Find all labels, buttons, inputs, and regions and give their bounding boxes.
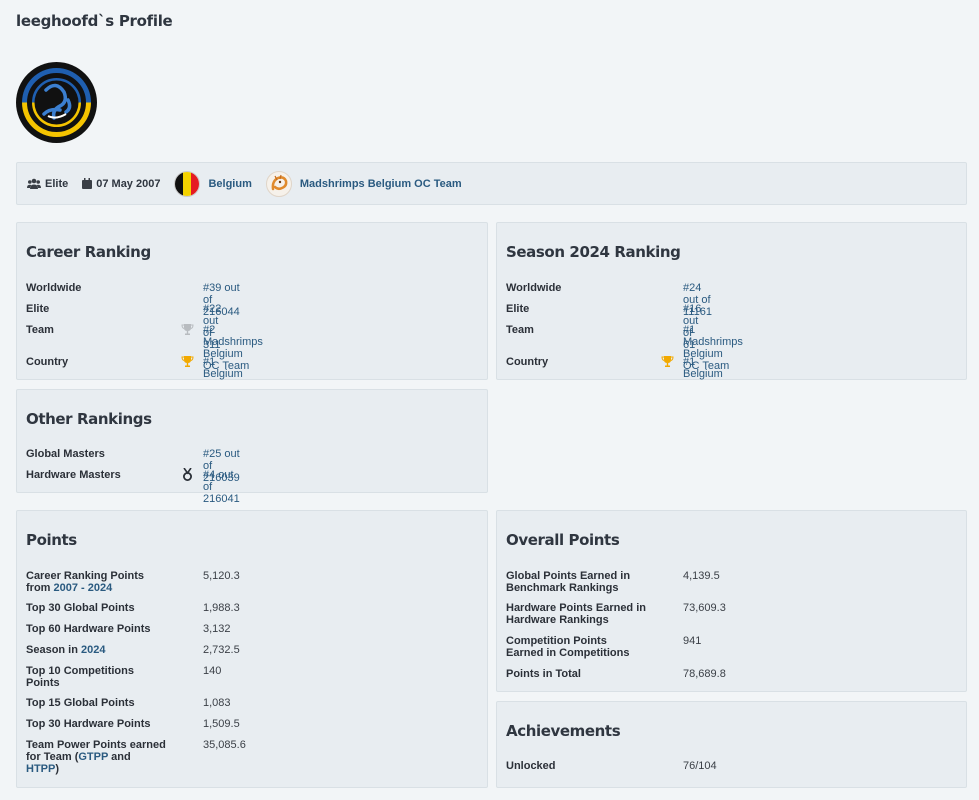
team-link[interactable]: Madshrimps Belgium OC Team [300,178,462,190]
achievements-card: Achievements Unlocked 76/104 [496,701,967,788]
season-year-link[interactable]: 2024 [81,644,105,656]
season-country-link[interactable]: #1 Belgium [683,356,723,380]
gtpp-link[interactable]: GTPP [78,751,108,763]
silver-trophy-icon [181,323,194,339]
row-label: Worldwide [26,282,82,294]
season-ranking-title: Season 2024 Ranking [506,243,681,261]
row-label: Global Points Earned in Benchmark Ranking… [506,570,631,594]
row-value: 35,085.6 [203,739,246,751]
team-rank-line1: #2 Madshrimps Belgium [203,324,263,360]
hardware-masters-link[interactable]: #4 out of 216041 [203,469,240,505]
row-value: 1,083 [203,697,231,709]
row-label: Hardware Masters [26,469,121,481]
season-ranking-card: Season 2024 Ranking Worldwide #24 out of… [496,222,967,380]
row-label: Global Masters [26,448,105,460]
row-label: Hardware Points Earned in Hardware Rankin… [506,602,646,626]
profile-info-bar: Elite 07 May 2007 Belgium Madshrimps Bel… [16,162,967,205]
gold-trophy-icon [181,355,194,371]
row-label: Season in 2024 [26,644,106,656]
users-icon [27,178,41,189]
row-value: 1,509.5 [203,718,240,730]
team-logo-icon [265,170,292,197]
year-range-link[interactable]: 2007 - 2024 [54,582,113,594]
row-value: 2,732.5 [203,644,240,656]
country-link[interactable]: Belgium [208,178,251,190]
other-rankings-card: Other Rankings Global Masters #25 out of… [16,389,488,505]
team-info[interactable]: Madshrimps Belgium OC Team [265,170,462,197]
row-label: Top 15 Global Points [26,697,135,709]
career-country-link[interactable]: #1 Belgium [203,356,243,380]
row-value: 5,120.3 [203,570,240,582]
joined-date: 07 May 2007 [96,177,161,190]
row-value: 76/104 [683,760,717,772]
row-value: 78,689.8 [683,668,726,680]
row-label: Top 30 Hardware Points [26,718,151,730]
rank-info: Elite [27,178,68,190]
row-label: Elite [26,303,50,315]
row-value: 1,988.3 [203,602,240,614]
career-ranking-card: Career Ranking Worldwide #39 out of 2160… [16,222,488,380]
page-title: leeghoofd`s Profile [16,12,173,30]
joined-info: 07 May 2007 [82,178,160,190]
htpp-link[interactable]: HTPP [26,763,55,775]
row-value: 4,139.5 [683,570,720,582]
row-label: Worldwide [506,282,562,294]
row-value: 3,132 [203,623,231,635]
row-label: Team Power Points earned for Team (GTPP a… [26,739,166,775]
row-label: Country [26,356,69,368]
points-title: Points [26,531,77,549]
row-label: Career Ranking Points from 2007 - 2024 [26,570,144,594]
points-card: Points Career Ranking Points from 2007 - … [16,510,488,788]
gold-trophy-icon [661,355,674,371]
other-rankings-title: Other Rankings [26,410,152,428]
row-label: Unlocked [506,760,556,772]
row-label: Team [506,324,534,336]
career-ranking-title: Career Ranking [26,243,151,261]
team-rank-line1: #1 Madshrimps Belgium [683,324,743,360]
overall-points-title: Overall Points [506,531,620,549]
overall-points-card: Overall Points Global Points Earned in Be… [496,510,967,692]
belgium-flag-icon [174,170,201,197]
avatar [16,62,97,143]
row-value: 73,609.3 [683,602,726,614]
row-label: Points in Total [506,668,581,680]
row-value: 140 [203,665,222,677]
country-info[interactable]: Belgium [174,170,252,197]
row-label: Elite [506,303,530,315]
row-label: Competition Points Earned in Competitions [506,635,630,659]
row-label: Team [26,324,54,336]
row-label: Top 10 Competitions Points [26,665,134,689]
row-label: Top 30 Global Points [26,602,135,614]
row-label: Country [506,356,549,368]
row-label: Top 60 Hardware Points [26,623,151,635]
rank-label: Elite [45,177,69,190]
calendar-icon [82,178,93,189]
achievements-title: Achievements [506,722,621,740]
medal-icon [182,467,193,484]
row-value: 941 [683,635,702,647]
